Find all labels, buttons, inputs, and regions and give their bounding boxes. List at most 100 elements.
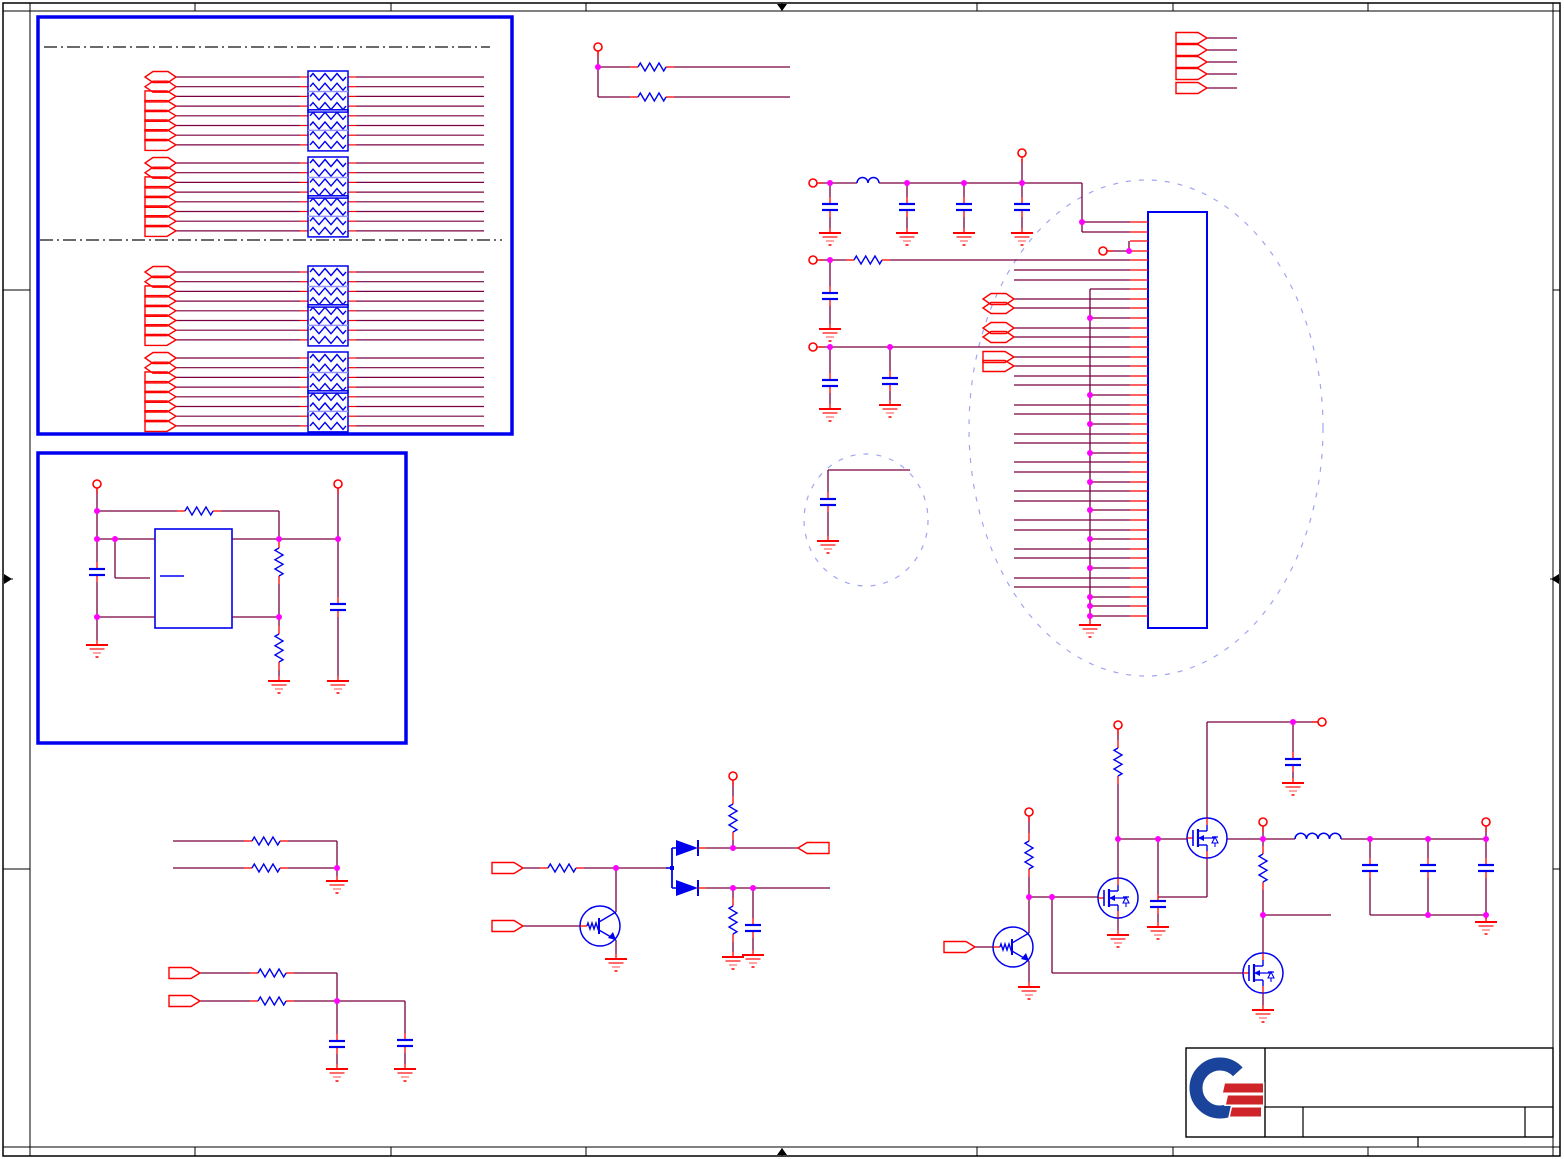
transistor (992, 926, 1034, 968)
quanta-logo-stripe-icon (1224, 1094, 1265, 1106)
junction-dot (1483, 836, 1489, 842)
center-marker (777, 4, 787, 11)
schematic-canvas (2, 2, 1561, 1157)
pack-resistor (309, 296, 347, 306)
power-port (1317, 717, 1327, 727)
pack-resistor (309, 335, 347, 345)
schematic-sheet (0, 0, 1564, 1159)
power-port (728, 771, 738, 781)
diode (676, 840, 698, 856)
resistor (273, 547, 285, 577)
junction-dot (94, 536, 100, 542)
junction-dot (112, 536, 118, 542)
junction-dot (334, 865, 340, 871)
circuit-block-frame (36, 451, 408, 745)
pack-resistor (309, 72, 347, 82)
junction-dot (1087, 421, 1093, 427)
junction-dot (1087, 565, 1093, 571)
pack-resistor (309, 177, 347, 187)
resistor (1112, 747, 1124, 777)
junction-dot (1260, 912, 1266, 918)
power-port (1017, 148, 1027, 158)
junction-dot (1155, 836, 1161, 842)
power-port (333, 479, 343, 489)
junction-dot (334, 998, 340, 1004)
pack-resistor (309, 140, 347, 150)
power-port (808, 342, 818, 352)
junction-dot (1019, 180, 1025, 186)
ic-body (154, 528, 233, 629)
port-flag (1175, 43, 1209, 57)
power-port (808, 178, 818, 188)
junction-dot (1290, 719, 1296, 725)
junction-dot (613, 865, 619, 871)
power-port (808, 255, 818, 265)
pack-resistor (309, 216, 347, 226)
mosfet (1097, 877, 1139, 919)
resistor (257, 995, 287, 1007)
junction-dot (1087, 450, 1093, 456)
junction-dot (1425, 836, 1431, 842)
power-port (1258, 817, 1268, 827)
junction-dot (827, 257, 833, 263)
junction-dot (827, 180, 833, 186)
pack-resistor (309, 353, 347, 363)
resistor-pack-group (176, 265, 484, 347)
center-marker (4, 574, 12, 584)
resistor (727, 803, 739, 833)
diode-pair (670, 840, 706, 896)
junction-dot (1367, 836, 1373, 842)
connector-body (1147, 211, 1208, 629)
base-resistor (999, 941, 1013, 953)
junction-dot (1483, 912, 1489, 918)
resistor (1023, 840, 1035, 870)
pack-resistor (309, 101, 347, 111)
resistor (184, 505, 214, 517)
junction-dot (335, 536, 341, 542)
base-resistor (586, 920, 600, 932)
junction-dot (1087, 507, 1093, 513)
junction-dot (1126, 248, 1132, 254)
diode-node (670, 866, 674, 870)
pack-resistor (309, 120, 347, 131)
pack-resistor (309, 363, 347, 373)
pack-resistor (309, 130, 347, 140)
power-port (92, 479, 102, 489)
junction-dot (1087, 479, 1093, 485)
board-connector (1014, 211, 1208, 629)
pack-resistor (309, 158, 347, 168)
resistor (273, 633, 285, 663)
junction-dot (1425, 912, 1431, 918)
junction-dot (276, 614, 282, 620)
pack-resistor (309, 197, 347, 207)
pack-resistor (309, 226, 347, 236)
junction-dot (1087, 594, 1093, 600)
junction-dot (94, 614, 100, 620)
quanta-logo (1189, 1057, 1265, 1119)
resistor (1257, 853, 1269, 883)
junction-dot (1087, 392, 1093, 398)
annotation-ellipse (803, 453, 929, 587)
quanta-logo-stripe-icon (1221, 1082, 1265, 1094)
junction-dot (1049, 894, 1055, 900)
resistor (637, 91, 667, 103)
port-flag (796, 841, 830, 855)
junction-dot (276, 536, 282, 542)
transistor-collector (598, 911, 617, 923)
resistor (257, 967, 287, 979)
junction-dot (1087, 603, 1093, 609)
pack-resistor (309, 392, 347, 402)
inductor (856, 176, 880, 184)
junction-dot (887, 344, 893, 350)
junction-dot (1026, 894, 1032, 900)
port-flag (1175, 67, 1209, 81)
junction-dot (730, 885, 736, 891)
junction-dot (595, 64, 601, 70)
pack-resistor (309, 168, 347, 178)
sheet-frame (2, 2, 1561, 1157)
junction-dot (904, 180, 910, 186)
annotation-ellipse (968, 179, 1324, 677)
port-flag (1175, 31, 1209, 45)
junction-dot (94, 508, 100, 514)
pack-resistor (309, 315, 347, 326)
